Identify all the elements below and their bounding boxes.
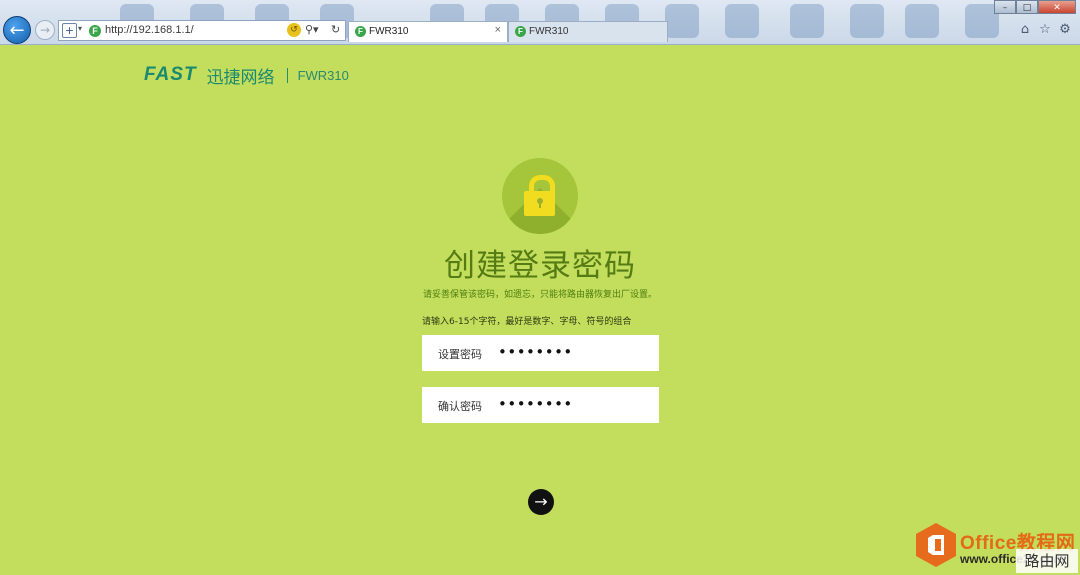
lock-icon <box>502 158 578 234</box>
password-warning: 请妥善保管该密码，如遗忘，只能将路由器恢复出厂设置。 <box>422 290 657 300</box>
confirm-password-label: 确认密码 <box>438 400 482 413</box>
brand-header: FAST 迅捷网络 FWR310 <box>144 62 349 88</box>
confirm-password-field[interactable]: 确认密码 •••••••• <box>422 387 659 423</box>
refresh-icon[interactable]: ↻ <box>331 23 340 36</box>
tab-fwr310[interactable]: F FWR310 <box>508 21 668 42</box>
set-password-input[interactable]: •••••••• <box>498 343 648 363</box>
tab-label: FWR310 <box>369 26 409 37</box>
back-icon: ← <box>9 20 25 41</box>
minimize-button[interactable]: – <box>994 0 1016 14</box>
shield-icon[interactable]: + <box>62 23 77 38</box>
window-controls: – □ ✕ <box>994 0 1076 14</box>
tab-favicon: F <box>515 26 526 37</box>
forward-button[interactable]: → <box>35 20 55 40</box>
set-password-label: 设置密码 <box>438 348 482 361</box>
maximize-button[interactable]: □ <box>1016 0 1038 14</box>
forward-icon: → <box>39 23 51 37</box>
submit-button[interactable]: → <box>528 489 554 515</box>
site-favicon: F <box>89 25 101 37</box>
window-close-button[interactable]: ✕ <box>1038 0 1076 14</box>
tab-fwr310-active[interactable]: F FWR310 × <box>348 21 508 42</box>
model-name: FWR310 <box>297 67 349 83</box>
arrow-right-icon: → <box>534 492 548 511</box>
address-bar[interactable]: + ▾ F http://192.168.1.1/ ↺ ⚲▾ ↻ <box>58 20 346 41</box>
browser-actions: ⌂ ☆ ⚙ <box>1018 22 1072 38</box>
office-logo <box>916 523 956 567</box>
browser-toolbar: ← → + ▾ F http://192.168.1.1/ ↺ ⚲▾ ↻ F F… <box>0 0 1080 45</box>
home-icon[interactable]: ⌂ <box>1018 22 1032 38</box>
tab-favicon: F <box>355 26 366 37</box>
url-text[interactable]: http://192.168.1.1/ <box>105 24 194 36</box>
gear-icon[interactable]: ⚙ <box>1058 22 1072 38</box>
brand-divider <box>286 67 288 83</box>
watermark-badge: 路由网 <box>1016 549 1078 573</box>
close-icon[interactable]: × <box>495 24 501 36</box>
chevron-down-icon[interactable]: ▾ <box>78 24 82 33</box>
brand-name: 迅捷网络 <box>206 67 275 88</box>
set-password-field[interactable]: 设置密码 •••••••• <box>422 335 659 371</box>
confirm-password-input[interactable]: •••••••• <box>498 395 648 415</box>
tab-label: FWR310 <box>529 26 569 37</box>
back-button[interactable]: ← <box>3 16 31 44</box>
password-hint: 请输入6-15个字符，最好是数字、字母、符号的组合 <box>422 317 632 327</box>
star-icon[interactable]: ☆ <box>1038 22 1052 38</box>
brand-logo: FAST <box>144 64 197 85</box>
search-icon[interactable]: ⚲▾ <box>305 23 319 36</box>
page-title: 创建登录密码 <box>444 248 636 284</box>
compat-view-icon[interactable]: ↺ <box>287 23 301 37</box>
